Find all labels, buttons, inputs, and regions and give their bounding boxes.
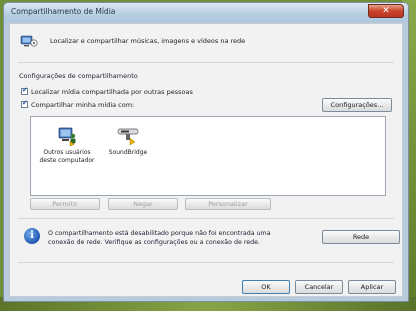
device-label-line1: SoundBridge [108, 149, 148, 156]
network-button[interactable]: Rede [322, 230, 400, 244]
share-media-option[interactable]: ✔ Compartilhar minha mídia com: [21, 99, 135, 109]
apply-button[interactable]: Aplicar [348, 280, 396, 294]
divider [18, 218, 394, 219]
users-computer-icon [58, 127, 76, 147]
device-list[interactable]: Outros usuários deste computador SoundBr… [30, 116, 386, 196]
media-network-icon [20, 35, 38, 47]
share-media-label: Compartilhar minha mídia com: [31, 100, 135, 109]
intro-text: Localizar e compartilhar músicas, imagen… [50, 37, 246, 45]
device-label-line1: Outros usuários [43, 149, 91, 156]
sharing-settings-label: Configurações de compartilhamento [19, 72, 138, 80]
soundbridge-device-icon [117, 128, 139, 146]
find-media-option[interactable]: ✔ Localizar mídia compartilhada por outr… [21, 86, 193, 96]
device-item-other-users[interactable]: Outros usuários deste computador [37, 125, 97, 165]
find-media-checkbox[interactable]: ✔ [21, 86, 28, 95]
info-icon: i [24, 228, 40, 244]
find-media-label: Localizar mídia compartilhada por outras… [31, 87, 193, 96]
customize-button[interactable]: Personalizar [185, 198, 271, 210]
ok-button[interactable]: OK [242, 280, 290, 294]
close-button[interactable]: ✕ [368, 4, 404, 18]
cancel-button[interactable]: Cancelar [295, 280, 343, 294]
close-icon: ✕ [382, 6, 390, 16]
divider [18, 62, 394, 63]
dialog-content: Localizar e compartilhar músicas, imagen… [9, 23, 403, 297]
device-label-line2: deste computador [39, 157, 95, 164]
title-bar[interactable]: Compartilhamento de Mídia ✕ [4, 3, 408, 22]
checkmark-icon: ✔ [22, 86, 28, 94]
media-sharing-dialog: Compartilhamento de Mídia ✕ Localizar e … [3, 2, 409, 302]
window-title: Compartilhamento de Mídia [11, 7, 116, 16]
allow-button[interactable]: Permitir [30, 198, 100, 210]
deny-button[interactable]: Negar [108, 198, 178, 210]
divider [18, 262, 394, 263]
configure-button[interactable]: Configurações... [322, 98, 392, 112]
device-item-soundbridge[interactable]: SoundBridge [101, 125, 155, 157]
checkmark-icon: ✔ [22, 99, 28, 107]
share-media-checkbox[interactable]: ✔ [21, 99, 28, 108]
network-warning-text: O compartilhamento está desabilitado por… [48, 230, 271, 246]
